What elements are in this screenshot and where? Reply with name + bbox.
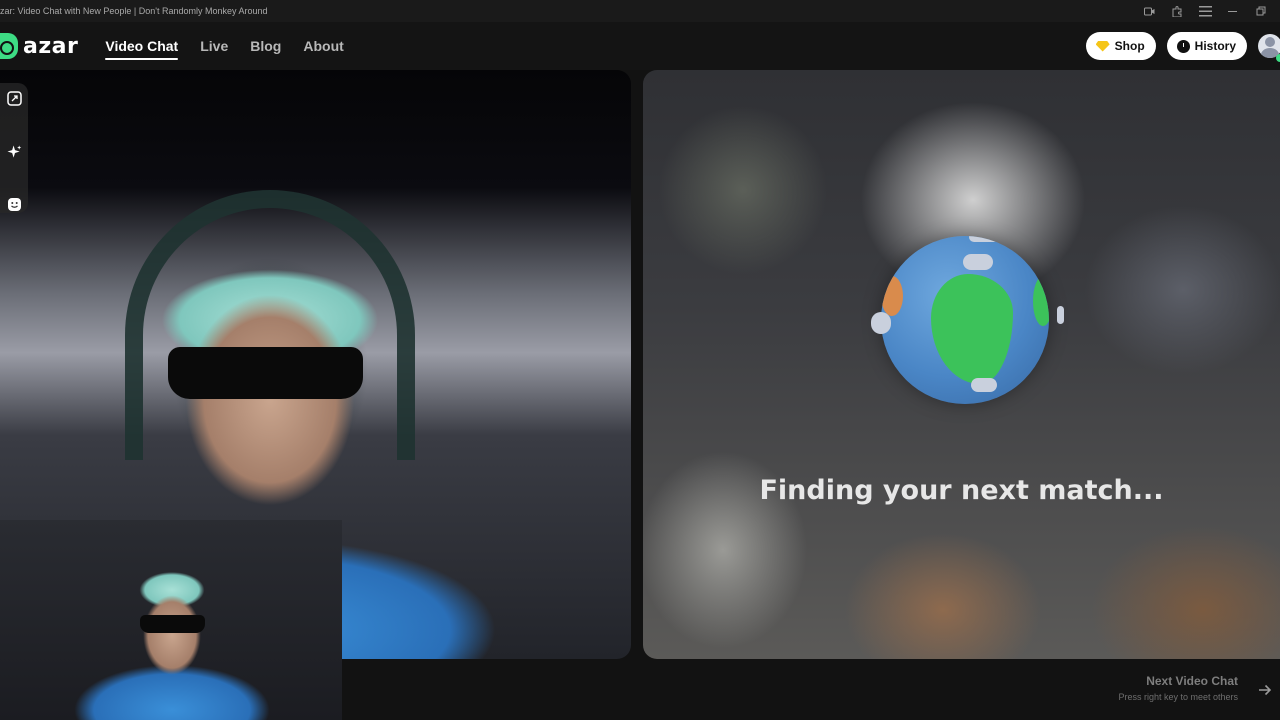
minimize-icon[interactable] (1226, 4, 1240, 18)
video-sunglasses-shape (168, 347, 363, 399)
next-video-chat-hint[interactable]: Next Video Chat Press right key to meet … (1118, 674, 1238, 702)
nav-links: Video Chat Live Blog About (105, 34, 344, 60)
nav-link-about[interactable]: About (303, 34, 343, 58)
shop-button[interactable]: Shop (1085, 32, 1156, 60)
nav-link-live[interactable]: Live (200, 34, 228, 58)
history-button[interactable]: History (1166, 32, 1247, 60)
menu-icon[interactable] (1198, 4, 1212, 18)
pip-sunglasses-shape (140, 615, 205, 633)
next-video-chat-subtitle: Press right key to meet others (1118, 692, 1238, 702)
top-navbar: azar Video Chat Live Blog About Shop His… (0, 22, 1280, 70)
logo-text: azar (23, 33, 79, 59)
resize-icon[interactable] (6, 91, 22, 106)
azar-logo-icon (0, 33, 18, 59)
nav-link-video-chat[interactable]: Video Chat (105, 34, 178, 60)
window-titlebar: zar: Video Chat with New People | Don't … (0, 0, 1280, 22)
gem-icon (1095, 40, 1110, 52)
clock-icon (1176, 39, 1190, 53)
window-controls (1142, 0, 1268, 22)
shop-label: Shop (1114, 39, 1145, 53)
camera-icon[interactable] (1142, 4, 1156, 18)
finding-match-status: Finding your next match... (759, 475, 1164, 506)
azar-logo[interactable]: azar (0, 33, 78, 59)
nav-actions: Shop History (1085, 22, 1280, 70)
match-search-panel: Finding your next match... (643, 70, 1280, 659)
emoji-icon[interactable] (7, 197, 22, 212)
online-status-dot (1276, 54, 1280, 62)
video-headset-shape (125, 190, 415, 460)
extension-icon[interactable] (1170, 4, 1184, 18)
self-view-thumbnail[interactable] (0, 520, 342, 720)
nav-link-blog[interactable]: Blog (250, 34, 281, 58)
arrow-right-icon[interactable] (1255, 680, 1275, 700)
restore-icon[interactable] (1254, 4, 1268, 18)
next-video-chat-title: Next Video Chat (1146, 674, 1238, 688)
history-label: History (1194, 39, 1236, 53)
window-title: zar: Video Chat with New People | Don't … (0, 6, 268, 16)
sparkle-icon[interactable] (6, 144, 22, 159)
side-toolbar (0, 83, 28, 213)
globe-icon (867, 230, 1067, 410)
